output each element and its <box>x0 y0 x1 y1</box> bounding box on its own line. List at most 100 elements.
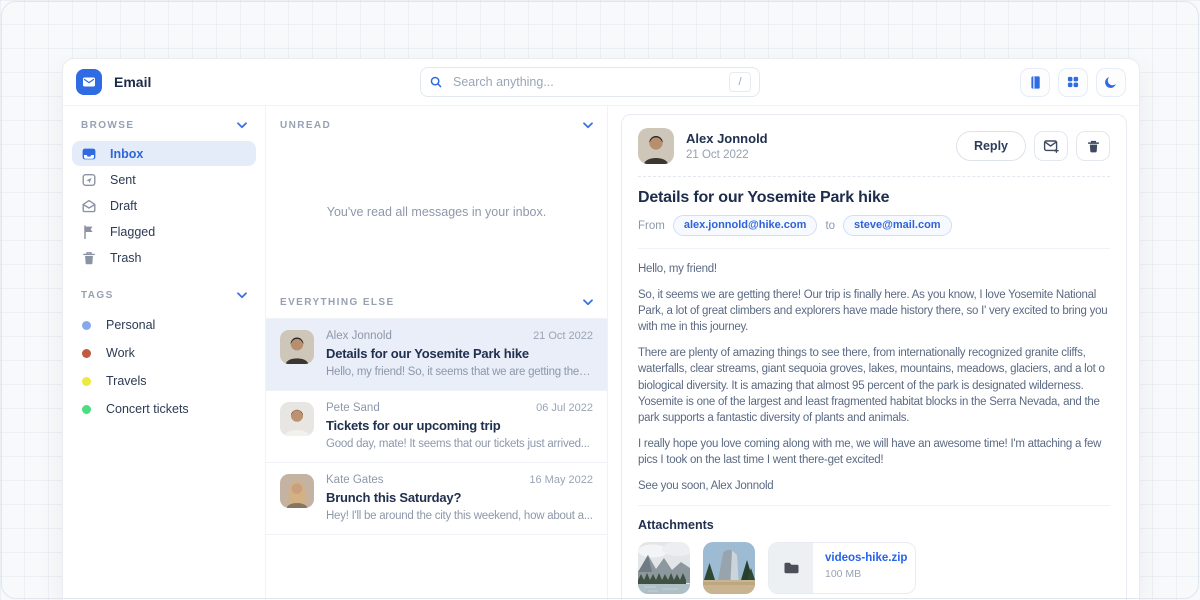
tag-label: Concert tickets <box>106 402 189 416</box>
email-subject: Details for our Yosemite Park hike <box>326 346 593 361</box>
email-date: 16 May 2022 <box>529 474 593 486</box>
email-date: 21 Oct 2022 <box>686 149 768 161</box>
sidebar-item-trash[interactable]: Trash <box>72 245 256 270</box>
email-sender: Kate Gates <box>326 474 384 486</box>
unread-section-header: UNREAD <box>266 106 607 139</box>
email-actions: Reply <box>956 131 1110 161</box>
mail-logo-icon <box>81 74 97 90</box>
attachments-row: videos-hike.zip 100 MB <box>638 542 1110 594</box>
trash-icon <box>1086 139 1101 154</box>
email-body-paragraph: Hello, my friend! <box>638 261 1110 277</box>
sidebar-item-label: Trash <box>110 251 142 265</box>
search-bar[interactable]: / <box>420 67 760 97</box>
sidebar-item-label: Inbox <box>110 147 143 161</box>
email-preview: Hello, my friend! So, it seems that we a… <box>326 366 593 378</box>
email-app-window: Email / <box>62 58 1140 600</box>
everything-else-section-header: EVERYTHING ELSE <box>266 285 607 319</box>
flag-icon <box>81 224 97 240</box>
email-subject: Tickets for our upcoming trip <box>326 418 593 433</box>
apps-grid-button[interactable] <box>1058 68 1088 97</box>
to-email-chip[interactable]: steve@mail.com <box>843 215 952 236</box>
tags-section-label: TAGS <box>81 290 114 301</box>
sidebar-item-flagged[interactable]: Flagged <box>72 219 256 244</box>
attachment-image-yosemite-valley[interactable] <box>638 542 690 594</box>
sender-name: Alex Jonnold <box>686 131 768 146</box>
trash-icon <box>81 250 97 266</box>
everything-else-section-label: EVERYTHING ELSE <box>280 297 395 308</box>
browse-section-label: BROWSE <box>81 120 134 131</box>
unread-empty-message: You've read all messages in your inbox. <box>266 139 607 285</box>
tag-color-dot <box>82 377 91 386</box>
tag-item-travels[interactable]: Travels <box>72 367 256 395</box>
dark-mode-moon-icon <box>1104 75 1118 89</box>
email-detail-header: Alex Jonnold 21 Oct 2022 Reply <box>638 128 1110 177</box>
email-sender: Pete Sand <box>326 402 380 414</box>
to-label: to <box>825 220 835 232</box>
chevron-down-icon[interactable] <box>237 122 247 129</box>
tag-item-personal[interactable]: Personal <box>72 311 256 339</box>
attachment-file-card[interactable]: videos-hike.zip 100 MB <box>768 542 916 594</box>
email-body: Hello, my friend! So, it seems we are ge… <box>638 249 1110 506</box>
avatar <box>280 474 314 508</box>
reading-list-icon <box>1028 75 1043 90</box>
sidebar-item-label: Draft <box>110 199 137 213</box>
delete-email-button[interactable] <box>1076 131 1110 161</box>
reply-button[interactable]: Reply <box>956 131 1026 161</box>
email-preview: Hey! I'll be around the city this weeken… <box>326 510 593 522</box>
main-columns: BROWSE Inbox Sent <box>63 106 1139 600</box>
sent-icon <box>81 172 97 188</box>
attachments-heading: Attachments <box>638 518 1110 532</box>
from-to-row: From alex.jonnold@hike.com to steve@mail… <box>638 215 1110 249</box>
forward-email-button[interactable] <box>1034 131 1068 161</box>
tags-section-header: TAGS <box>72 286 256 311</box>
email-date: 06 Jul 2022 <box>536 402 593 414</box>
email-list-item[interactable]: Kate Gates 16 May 2022 Brunch this Satur… <box>266 463 607 535</box>
email-detail-pane: Alex Jonnold 21 Oct 2022 Reply <box>608 106 1139 600</box>
top-bar: Email / <box>63 59 1139 106</box>
search-shortcut-badge: / <box>729 72 751 92</box>
from-email-chip[interactable]: alex.jonnold@hike.com <box>673 215 818 236</box>
reading-list-button[interactable] <box>1020 68 1050 97</box>
attachment-file-size: 100 MB <box>825 568 903 580</box>
email-detail-card: Alex Jonnold 21 Oct 2022 Reply <box>621 114 1127 600</box>
attachment-image-half-dome[interactable] <box>703 542 755 594</box>
app-logo <box>76 69 102 95</box>
tag-label: Work <box>106 346 135 360</box>
tag-item-work[interactable]: Work <box>72 339 256 367</box>
dark-mode-button[interactable] <box>1096 68 1126 97</box>
email-date: 21 Oct 2022 <box>533 330 593 342</box>
email-body-paragraph: There are plenty of amazing things to se… <box>638 345 1110 425</box>
email-list-item[interactable]: Pete Sand 06 Jul 2022 Tickets for our up… <box>266 391 607 463</box>
search-input[interactable] <box>451 74 721 90</box>
tag-color-dot <box>82 349 91 358</box>
sidebar-item-inbox[interactable]: Inbox <box>72 141 256 166</box>
sidebar-item-label: Sent <box>110 173 136 187</box>
chevron-down-icon[interactable] <box>583 299 593 306</box>
email-subject-title: Details for our Yosemite Park hike <box>638 189 1110 207</box>
unread-section-label: UNREAD <box>280 120 331 131</box>
draft-icon <box>81 198 97 214</box>
email-subject: Brunch this Saturday? <box>326 490 593 505</box>
email-list-item[interactable]: Alex Jonnold 21 Oct 2022 Details for our… <box>266 319 607 391</box>
envelope-plus-icon <box>1043 138 1059 154</box>
email-body-paragraph: See you soon, Alex Jonnold <box>638 478 1110 494</box>
apps-grid-icon <box>1066 75 1080 89</box>
app-title: Email <box>114 74 151 90</box>
topbar-actions <box>1020 68 1126 97</box>
sidebar-item-label: Flagged <box>110 225 155 239</box>
mail-list-column: UNREAD You've read all messages in your … <box>266 106 608 600</box>
sidebar-item-draft[interactable]: Draft <box>72 193 256 218</box>
tag-label: Personal <box>106 318 155 332</box>
tag-label: Travels <box>106 374 147 388</box>
tag-color-dot <box>82 405 91 414</box>
chevron-down-icon[interactable] <box>583 122 593 129</box>
email-sender: Alex Jonnold <box>326 330 392 342</box>
tag-item-concert-tickets[interactable]: Concert tickets <box>72 395 256 423</box>
sidebar: BROWSE Inbox Sent <box>63 106 266 600</box>
attachment-file-name[interactable]: videos-hike.zip <box>825 552 903 564</box>
sidebar-item-sent[interactable]: Sent <box>72 167 256 192</box>
tags-section: TAGS Personal Work Travels <box>72 286 256 423</box>
from-label: From <box>638 220 665 232</box>
chevron-down-icon[interactable] <box>237 292 247 299</box>
browse-section-header: BROWSE <box>72 116 256 141</box>
